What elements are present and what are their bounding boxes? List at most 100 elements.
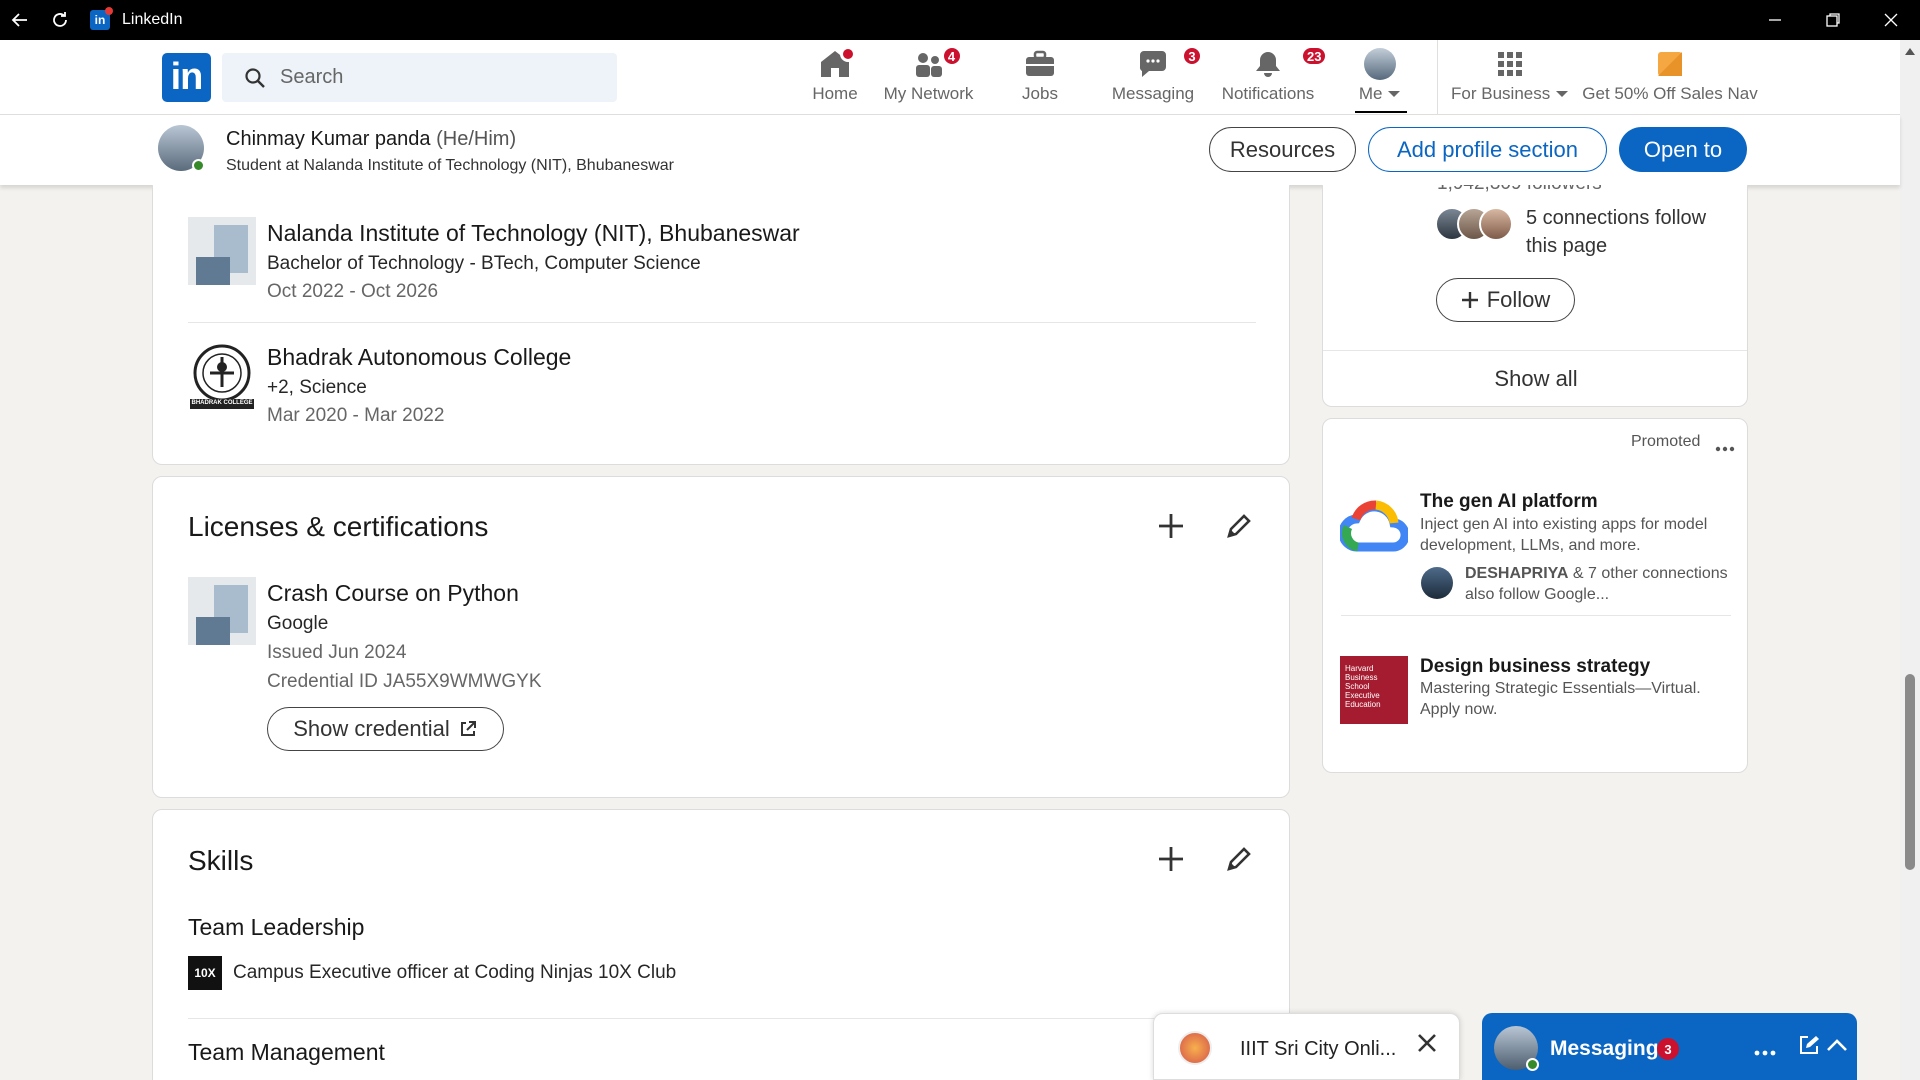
ad-body: Inject gen AI into existing apps for mod…	[1420, 516, 1708, 554]
nav-my-network[interactable]: 4 My Network	[880, 46, 977, 108]
global-nav: in Home 4 My Network Jobs 3 Messaging	[0, 40, 1900, 115]
nav-for-business[interactable]: For Business	[1450, 46, 1570, 108]
ad-title[interactable]: The gen AI platform	[1420, 491, 1598, 513]
cert-issuer: Google	[267, 613, 329, 634]
chat-bubble-icon: 3	[1136, 46, 1202, 82]
compose-message-icon[interactable]	[1798, 1034, 1820, 1061]
linkedin-logo[interactable]: in	[162, 53, 211, 102]
nav-messaging-label: Messaging	[1111, 84, 1195, 103]
scroll-up-icon[interactable]	[1904, 46, 1916, 56]
network-badge: 4	[941, 46, 962, 66]
promoted-label: Promoted	[1631, 433, 1701, 450]
show-all-link[interactable]: Show all	[1323, 366, 1747, 392]
back-arrow-icon[interactable]	[0, 0, 40, 40]
skill-name[interactable]: Team Management	[188, 1039, 385, 1066]
close-window-icon[interactable]	[1862, 0, 1920, 40]
add-profile-section-button[interactable]: Add profile section	[1368, 127, 1607, 172]
home-icon	[818, 46, 856, 82]
minimize-icon[interactable]	[1746, 0, 1804, 40]
page-scrollbar[interactable]	[1900, 40, 1920, 1080]
ad-body: Mastering Strategic Essentials—Virtual. …	[1420, 680, 1701, 718]
nav-home[interactable]: Home	[790, 46, 880, 108]
external-link-icon	[460, 721, 476, 736]
profile-pronouns: (He/Him)	[436, 128, 517, 150]
education-dates: Oct 2022 - Oct 2026	[267, 281, 439, 302]
education-degree: Bachelor of Technology - BTech, Computer…	[267, 253, 701, 274]
window-titlebar: in LinkedIn	[0, 0, 1920, 40]
nav-me-label: Me	[1358, 84, 1383, 103]
cert-issued: Issued Jun 2024	[267, 642, 407, 663]
cert-name[interactable]: Crash Course on Python	[267, 580, 519, 607]
sales-nav-icon	[1655, 46, 1685, 82]
search-input[interactable]	[280, 66, 600, 89]
nav-messaging[interactable]: 3 Messaging	[1108, 46, 1202, 108]
profile-headline: Student at Nalanda Institute of Technolo…	[226, 157, 674, 174]
people-icon: 4	[912, 46, 962, 82]
follow-label: Follow	[1486, 287, 1551, 312]
messaging-badge: 3	[1182, 46, 1202, 66]
skill-name[interactable]: Team Leadership	[188, 914, 364, 941]
chevron-down-icon	[1388, 91, 1401, 97]
window-title: LinkedIn	[122, 11, 183, 28]
education-school[interactable]: Bhadrak Autonomous College	[267, 344, 571, 371]
chevron-up-icon[interactable]	[1826, 1038, 1848, 1057]
company-follow-card: 1,942,309 followers 5 connections follow…	[1322, 185, 1748, 407]
nav-sales-nav-offer[interactable]: Get 50% Off Sales Nav	[1580, 46, 1760, 108]
resources-button[interactable]: Resources	[1209, 127, 1356, 172]
profile-name: Chinmay Kumar panda	[226, 128, 431, 150]
education-school[interactable]: Nalanda Institute of Technology (NIT), B…	[267, 220, 800, 247]
connection-faces	[1435, 207, 1519, 243]
divider	[188, 1018, 1256, 1019]
messaging-title: Messaging	[1550, 1037, 1659, 1060]
sticky-profile-bar: Chinmay Kumar panda (He/Him) Student at …	[0, 115, 1900, 185]
restore-icon[interactable]	[1804, 0, 1862, 40]
plus-icon	[1461, 292, 1478, 308]
connections-follow-text: 5 connections follow this page	[1526, 207, 1707, 257]
apps-grid-icon	[1495, 46, 1525, 82]
add-skill-plus-icon[interactable]	[1153, 841, 1189, 877]
reload-icon[interactable]	[40, 0, 80, 40]
education-card: Nalanda Institute of Technology (NIT), B…	[152, 185, 1290, 465]
iiit-sri-city-logo	[1178, 1031, 1212, 1065]
chat-conversation-name: IIIT Sri City Onli...	[1240, 1038, 1397, 1060]
nav-home-label: Home	[812, 84, 858, 103]
linkedin-app-icon: in	[90, 7, 113, 30]
ad-social-proof: DESHAPRIYA & 7 other connections also fo…	[1465, 563, 1735, 605]
close-icon[interactable]	[1416, 1032, 1438, 1059]
scroll-thumb[interactable]	[1905, 674, 1915, 870]
followers-count: 1,942,309 followers	[1437, 185, 1602, 198]
coding-ninjas-logo: 10X	[188, 956, 222, 990]
notifications-badge: 23	[1301, 46, 1328, 66]
skill-context: Campus Executive officer at Coding Ninja…	[233, 962, 677, 983]
messaging-panel[interactable]: Messaging 3	[1482, 1013, 1857, 1080]
promoted-card: Promoted The gen AI platform Inject gen …	[1322, 418, 1748, 773]
education-degree: +2, Science	[267, 377, 367, 398]
nav-jobs[interactable]: Jobs	[1005, 46, 1075, 108]
edit-pencil-icon[interactable]	[1221, 841, 1257, 877]
follow-button[interactable]: Follow	[1436, 278, 1575, 322]
notification-dot	[840, 46, 856, 62]
nav-for-business-label: For Business	[1451, 84, 1551, 103]
show-credential-button[interactable]: Show credential	[267, 707, 504, 751]
edit-pencil-icon[interactable]	[1221, 508, 1257, 544]
skills-card: Skills Team Leadership 10X Campus Execut…	[152, 809, 1290, 1080]
me-avatar	[1364, 48, 1396, 80]
more-options-icon[interactable]	[1715, 439, 1735, 457]
google-cloud-logo	[1338, 497, 1410, 558]
chat-conversation-tab[interactable]: IIIT Sri City Onli...	[1153, 1013, 1460, 1080]
bhadrak-college-logo: BHADRAK COLLEGE	[188, 343, 256, 411]
certifications-card: Licenses & certifications Crash Course o…	[152, 476, 1290, 798]
google-cert-logo	[188, 577, 256, 645]
online-indicator	[1526, 1058, 1539, 1071]
add-certification-plus-icon[interactable]	[1153, 508, 1189, 544]
open-to-button[interactable]: Open to	[1619, 127, 1747, 172]
messaging-count-badge: 3	[1657, 1038, 1679, 1060]
search-bar[interactable]	[222, 53, 617, 102]
show-credential-label: Show credential	[293, 716, 450, 741]
more-options-icon[interactable]	[1754, 1043, 1776, 1061]
nav-me[interactable]: Me	[1350, 46, 1410, 108]
ad-title[interactable]: Design business strategy	[1420, 656, 1650, 678]
divider	[1323, 350, 1747, 351]
nav-notifications[interactable]: 23 Notifications	[1218, 46, 1328, 108]
search-icon	[245, 67, 265, 88]
